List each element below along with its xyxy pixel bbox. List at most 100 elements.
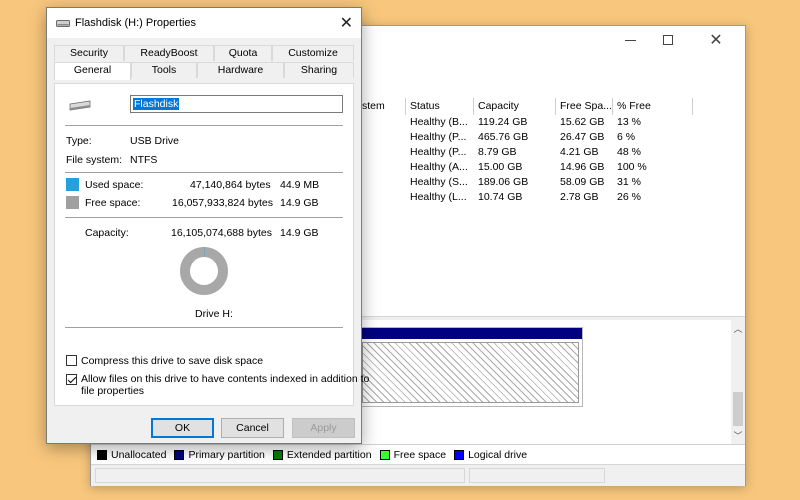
legend-label: Logical drive: [468, 448, 528, 461]
file-system-label: File system:: [66, 154, 123, 166]
apply-button[interactable]: Apply: [292, 418, 355, 438]
percent-free-cell: 100 %: [617, 161, 647, 173]
status-bar: [91, 464, 745, 486]
capacity-cell: 15.00 GB: [478, 161, 523, 173]
free-space-cell: 58.09 GB: [560, 176, 605, 188]
file-system-value: NTFS: [130, 154, 158, 166]
legend-label: Extended partition: [286, 448, 372, 461]
percent-free-cell: 26 %: [617, 191, 641, 203]
index-label-line2[interactable]: file properties: [81, 385, 144, 397]
maximize-icon: [663, 35, 673, 45]
type-value: USB Drive: [130, 135, 180, 147]
usb-drive-icon: [56, 20, 70, 27]
capacity-label: Capacity:: [85, 227, 129, 239]
capacity-cell: 10.74 GB: [478, 191, 523, 203]
index-label-line1[interactable]: Allow files on this drive to have conten…: [81, 373, 369, 385]
column-header-capacity[interactable]: Capacity: [473, 98, 555, 115]
general-tab-panel: Flashdisk Type: USB Drive File system: N…: [54, 83, 369, 406]
status-bar-segment: [469, 468, 605, 483]
used-space-label: Used space:: [85, 179, 144, 191]
properties-dialog: Flashdisk (H:) Properties ✕ Security Rea…: [46, 7, 369, 444]
divider: [65, 172, 343, 173]
legend-item-free-space: Free space: [379, 448, 447, 461]
free-space-cell: 26.47 GB: [560, 131, 605, 143]
column-header-free-space[interactable]: Free Spa...: [555, 98, 612, 115]
legend-label: Free space: [393, 448, 447, 461]
tab-customize[interactable]: Customize: [272, 45, 354, 61]
column-header-percent-free[interactable]: % Free: [612, 98, 692, 115]
divider: [65, 327, 343, 328]
compress-checkbox[interactable]: [66, 355, 77, 366]
status-cell: Healthy (P...: [410, 131, 467, 143]
tab-hardware[interactable]: Hardware: [197, 62, 284, 78]
percent-free-cell: 48 %: [617, 146, 641, 158]
status-cell: Healthy (B...: [410, 116, 468, 128]
scrollbar-thumb[interactable]: [733, 392, 743, 426]
used-space-bytes: 47,140,864 bytes: [190, 179, 271, 191]
capacity-cell: 465.76 GB: [478, 131, 529, 143]
free-space-cell: 2.78 GB: [560, 191, 599, 203]
capacity-size: 14.9 GB: [280, 227, 319, 239]
close-icon[interactable]: ✕: [340, 13, 353, 33]
status-cell: Healthy (S...: [410, 176, 468, 188]
close-icon: ✕: [709, 32, 723, 49]
dialog-titlebar: Flashdisk (H:) Properties ✕: [47, 8, 361, 38]
graph-scrollbar[interactable]: ︿ ﹀: [731, 320, 745, 444]
tab-tools[interactable]: Tools: [131, 62, 197, 78]
legend-swatch: [272, 449, 283, 460]
partition-block[interactable]: [358, 327, 583, 407]
tab-readyboost[interactable]: ReadyBoost: [124, 45, 214, 61]
capacity-cell: 189.06 GB: [478, 176, 529, 188]
cancel-button[interactable]: Cancel: [221, 418, 284, 438]
status-cell: Healthy (L...: [410, 191, 467, 203]
legend-label: Primary partition: [188, 448, 265, 461]
legend-label: Unallocated: [111, 448, 167, 461]
legend-swatch: [379, 449, 390, 460]
drive-name-input[interactable]: Flashdisk: [130, 95, 343, 113]
type-label: Type:: [66, 135, 92, 147]
used-space-swatch: [66, 178, 79, 191]
minimize-icon: [624, 39, 636, 41]
status-cell: Healthy (P...: [410, 146, 467, 158]
free-space-cell: 4.21 GB: [560, 146, 599, 158]
percent-free-cell: 31 %: [617, 176, 641, 188]
status-cell: Healthy (A...: [410, 161, 468, 173]
capacity-bytes: 16,105,074,688 bytes: [171, 227, 273, 239]
compress-label[interactable]: Compress this drive to save disk space: [81, 355, 263, 367]
legend-item-logical: Logical drive: [454, 449, 527, 461]
legend-item-unallocated: Unallocated: [97, 449, 166, 461]
free-space-swatch: [66, 196, 79, 209]
primary-partition-bar: [359, 328, 582, 339]
tab-quota[interactable]: Quota: [214, 45, 272, 61]
column-header-blank: [692, 98, 747, 115]
legend-item-primary: Primary partition: [174, 448, 265, 461]
status-bar-segment: [95, 468, 465, 483]
free-space-cell: 15.62 GB: [560, 116, 605, 128]
ok-button[interactable]: OK: [151, 418, 214, 438]
free-space-size: 14.9 GB: [280, 197, 319, 209]
tab-security[interactable]: Security: [54, 45, 124, 61]
tab-general[interactable]: General: [54, 62, 131, 80]
usb-drive-icon: [69, 100, 91, 111]
drive-letter-label: Drive H:: [195, 308, 233, 320]
index-checkbox[interactable]: [66, 374, 77, 385]
tab-sharing[interactable]: Sharing: [284, 62, 354, 78]
free-space-bytes: 16,057,933,824 bytes: [172, 197, 274, 209]
partition-hatch-area: [362, 342, 579, 403]
minimize-button[interactable]: [611, 26, 649, 54]
legend-swatch: [97, 449, 107, 460]
scroll-up-icon[interactable]: ︿: [731, 322, 745, 335]
percent-free-cell: 13 %: [617, 116, 641, 128]
column-header-status[interactable]: Status: [405, 98, 473, 115]
capacity-cell: 119.24 GB: [478, 116, 528, 128]
scroll-down-icon[interactable]: ﹀: [731, 429, 745, 442]
dialog-title: Flashdisk (H:) Properties: [75, 17, 197, 29]
capacity-cell: 8.79 GB: [478, 146, 517, 158]
legend-item-extended: Extended partition: [272, 448, 372, 461]
maximize-button[interactable]: [649, 26, 687, 54]
partition-legend: Unallocated Primary partition Extended p…: [91, 444, 745, 464]
column-header-filesystem[interactable]: stem: [357, 98, 405, 115]
percent-free-cell: 6 %: [617, 131, 636, 143]
divider: [65, 125, 343, 126]
close-window-button[interactable]: ✕: [697, 26, 735, 54]
